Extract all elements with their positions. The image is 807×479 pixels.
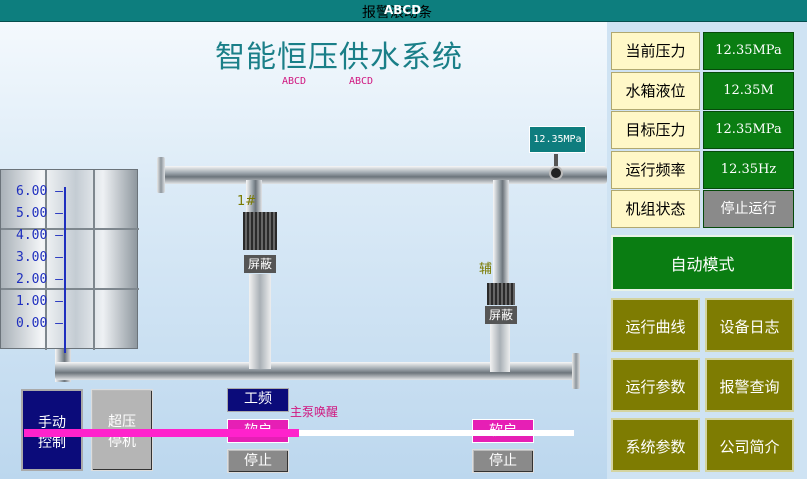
aux-pump-body [490,324,510,372]
label-current-pressure: 当前压力 [611,32,700,70]
pipe-flange-top [157,157,165,193]
menu-run-curve[interactable]: 运行曲线 [611,298,700,352]
page-title: 智能恒压供水系统 [215,40,463,75]
menu-device-log[interactable]: 设备日志 [705,298,794,352]
progress-fill [24,429,299,437]
pump1-mode-button[interactable]: 工频 [227,388,289,412]
pump1-mask-label: 屏蔽 [244,255,276,273]
tank-scale-tick: 2.00 — [16,272,63,287]
auto-mode-button[interactable]: 自动模式 [611,235,794,291]
status-text-left: ABCD [282,76,307,87]
tank-scale-tick: 1.00 — [16,294,63,309]
menu-alarm-query[interactable]: 报警查询 [705,358,794,412]
tank-scale-tick: 4.00 — [16,228,63,243]
label-run-frequency: 运行频率 [611,151,700,189]
pressure-gauge-readout: 12.35MPa [529,126,586,153]
value-unit-status: 停止运行 [703,190,794,228]
tank-scale-tick: 6.00 — [16,184,63,199]
tank-scale-tick: 0.00 — [16,316,63,331]
pipe-flange-bottom [572,353,580,389]
aux-stop-button[interactable]: 停止 [472,449,534,473]
aux-pump-tag: 辅 [479,262,493,277]
menu-company-profile[interactable]: 公司简介 [705,418,794,472]
pump1-motor [243,212,277,250]
pump1-tag: 1# [237,194,257,209]
value-run-frequency: 12.35Hz [703,151,794,189]
status-panel: 当前压力 12.35MPa 水箱液位 12.35M 目标压力 12.35MPa … [607,22,807,479]
gauge-stem [554,154,558,166]
aux-outlet-pipe [493,180,509,290]
pump1-stop-button[interactable]: 停止 [227,449,289,473]
value-current-pressure: 12.35MPa [703,32,794,70]
tank-scale-tick: 3.00 — [16,250,63,265]
value-target-pressure[interactable]: 12.35MPa [703,111,794,149]
aux-pump-mask-label: 屏蔽 [485,306,517,324]
tank-level-axis [64,187,66,353]
title-bar: 报警滚动条 ABCD [0,0,807,22]
menu-run-parameters[interactable]: 运行参数 [611,358,700,412]
tank-scale-tick: 5.00 — [16,206,63,221]
pump1-body [249,274,271,369]
aux-pump-motor [487,283,515,305]
alarm-marquee-overlay: ABCD [384,3,422,17]
status-text-right: ABCD [349,76,374,87]
value-tank-level: 12.35M [703,72,794,110]
label-target-pressure: 目标压力 [611,111,700,149]
main-pump-wake-label: 主泵唤醒 [290,405,339,419]
menu-system-parameters[interactable]: 系统参数 [611,418,700,472]
header-pipe-top [163,166,607,184]
label-tank-level: 水箱液位 [611,72,700,110]
pressure-gauge-icon [549,166,563,180]
label-unit-status: 机组状态 [611,190,700,228]
